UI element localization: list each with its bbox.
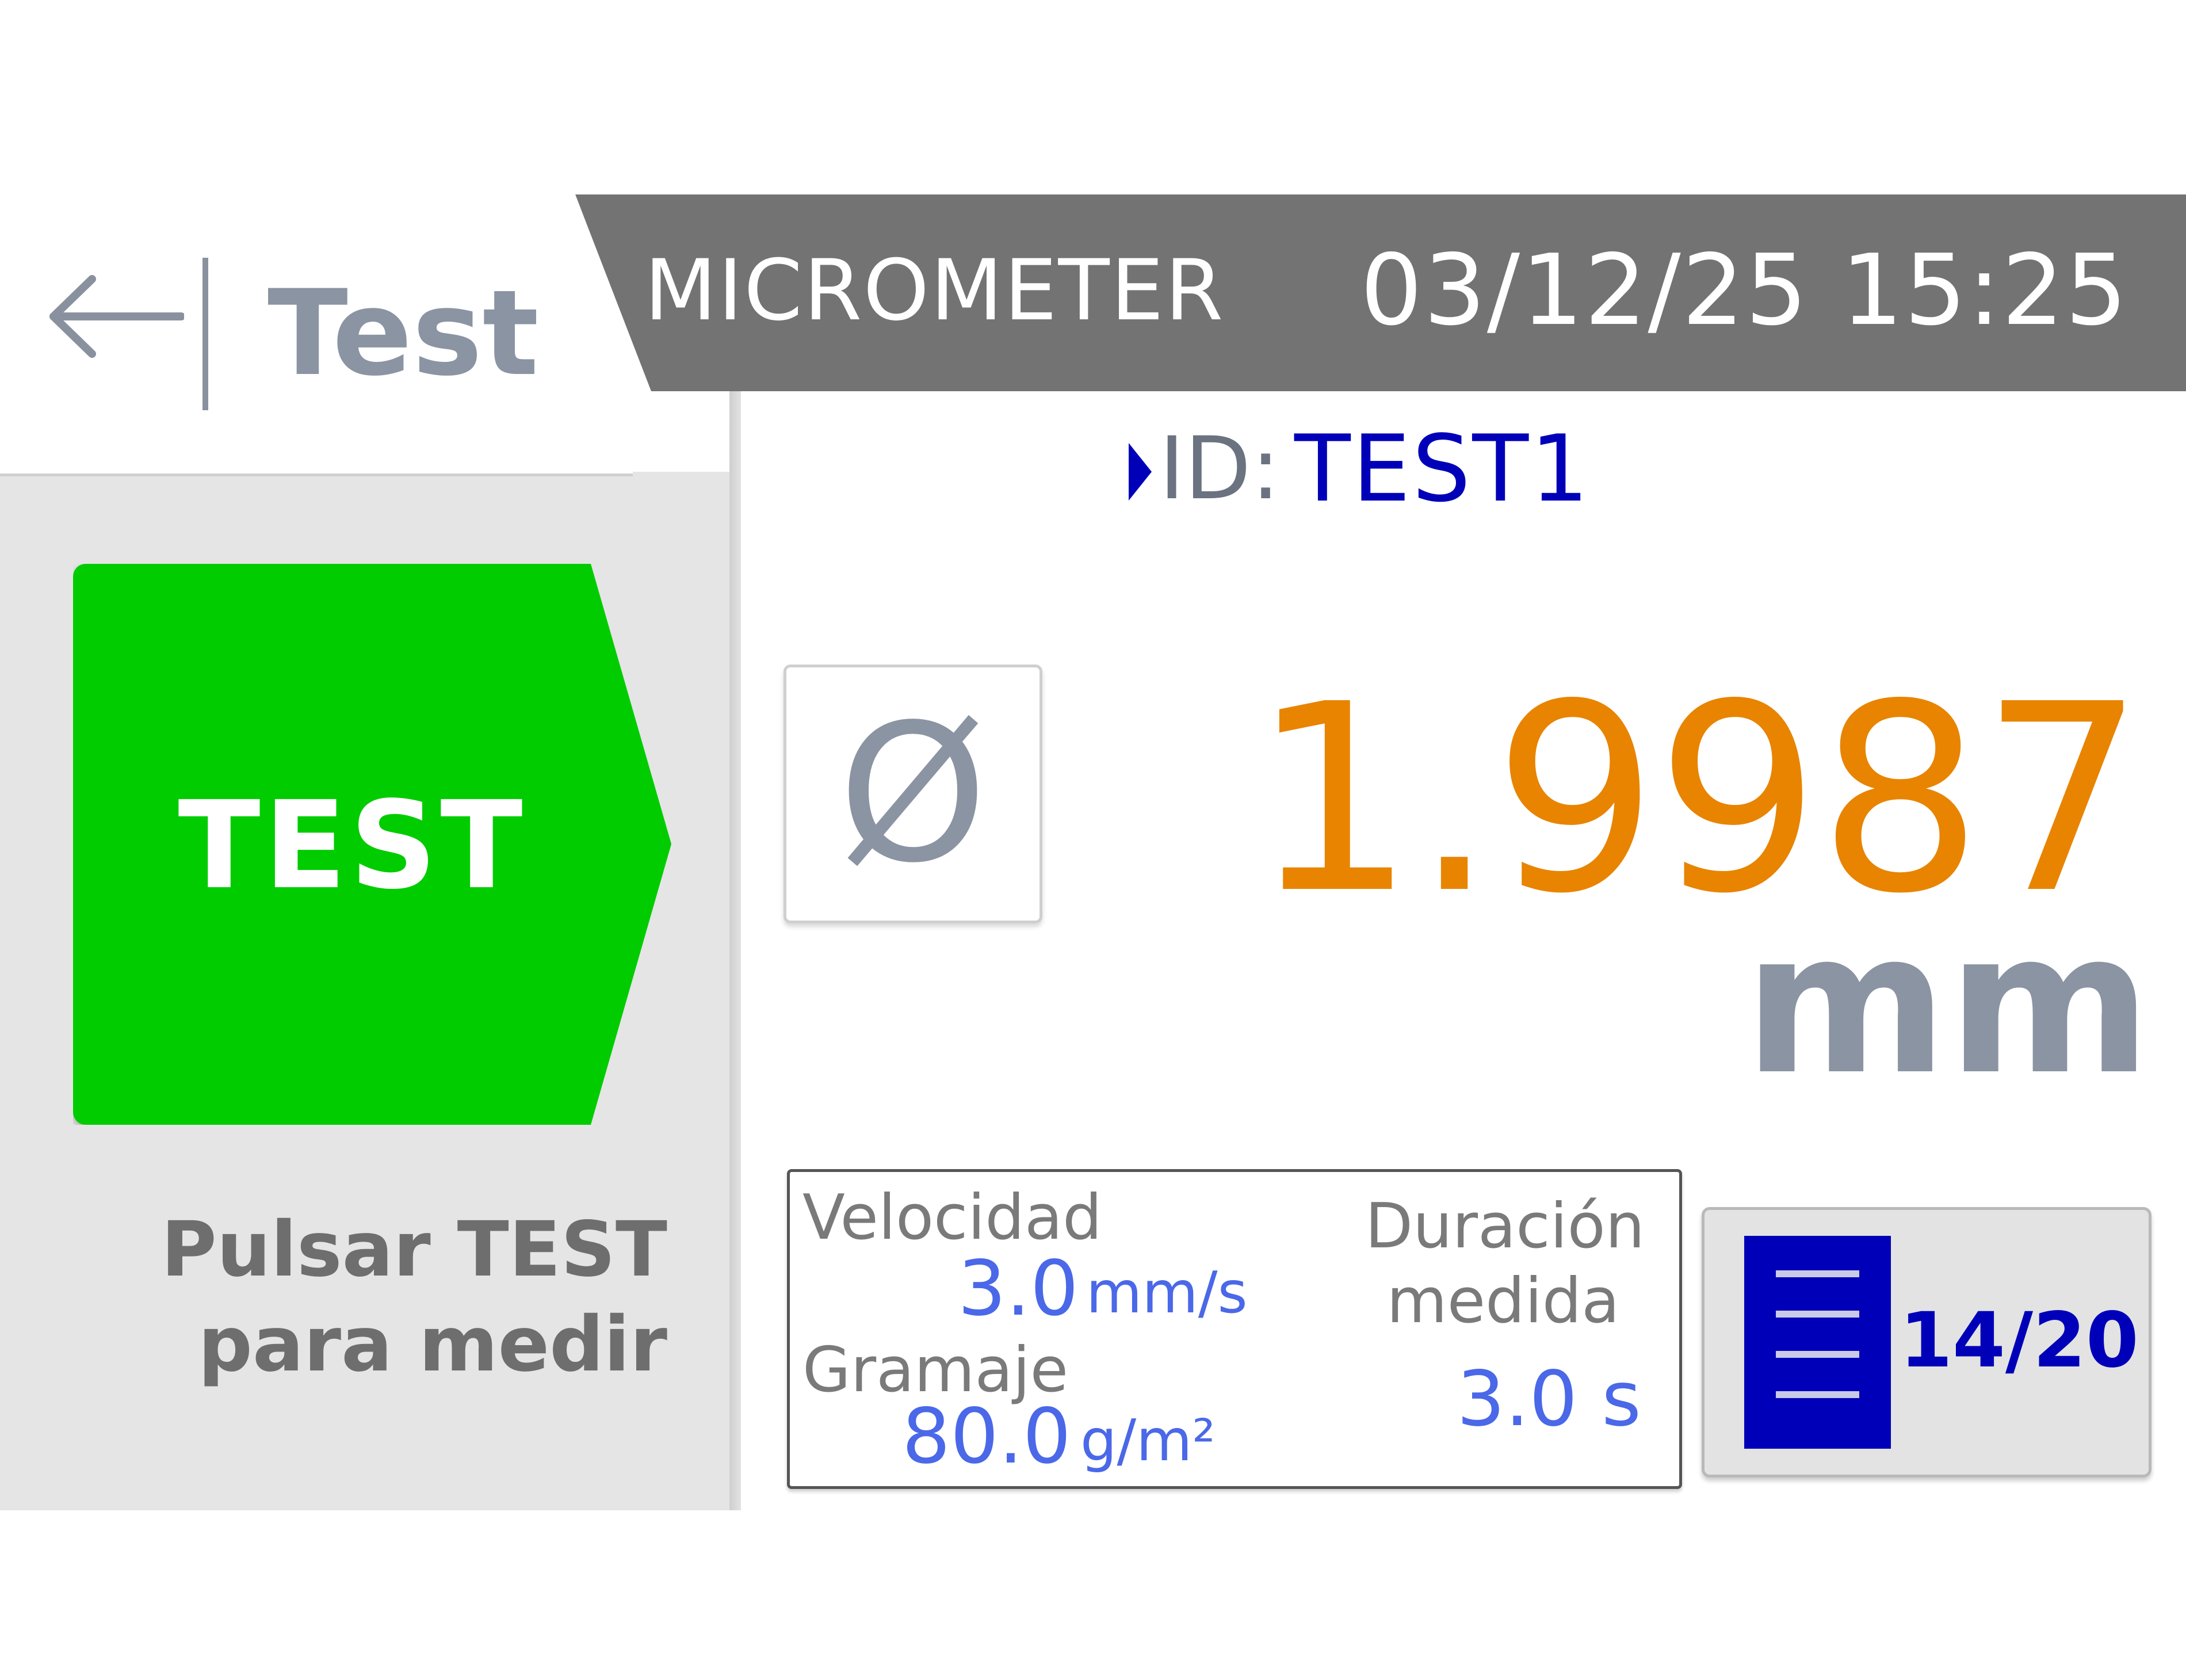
panel-divider xyxy=(729,391,741,1510)
list-icon-line xyxy=(1776,1391,1859,1398)
instruction-text: Pulsar TEST para medir xyxy=(58,1202,667,1392)
results-count[interactable]: 14/20 xyxy=(1898,1289,2140,1392)
duration-label-line-1: Duración xyxy=(1365,1190,1645,1262)
measurement-unit: mm xyxy=(1744,890,2151,1118)
grammage-value: 80.0 xyxy=(902,1392,1071,1481)
id-label: ID: xyxy=(1159,419,1281,519)
test-parameters-panel[interactable]: Velocidad 3.0 mm/s Gramaje 80.0 g/m² Dur… xyxy=(787,1169,1682,1489)
instruction-line-1: Pulsar TEST xyxy=(161,1205,667,1294)
list-icon-line xyxy=(1776,1351,1859,1358)
test-button-label[interactable]: TEST xyxy=(73,771,631,921)
speed-unit: mm/s xyxy=(1086,1259,1248,1326)
id-marker-icon xyxy=(1129,443,1152,501)
datetime-display: 03/12/25 15:25 xyxy=(1360,234,2128,348)
diameter-icon[interactable]: Ø xyxy=(784,665,1042,923)
screen-title: MICROMETER xyxy=(644,242,1225,339)
list-icon[interactable] xyxy=(1744,1236,1891,1449)
duration-label-line-2: medida xyxy=(1386,1265,1620,1337)
back-arrow-icon[interactable] xyxy=(43,270,184,362)
back-label[interactable]: Test xyxy=(267,270,539,397)
id-value[interactable]: TEST1 xyxy=(1294,414,1591,524)
micrometer-screen: MICROMETER 03/12/25 15:25 Test TEST Puls… xyxy=(0,0,2186,1680)
duration-value: 3.0 s xyxy=(1457,1355,1641,1444)
list-icon-line xyxy=(1776,1270,1859,1277)
speed-value: 3.0 xyxy=(958,1244,1079,1333)
back-divider xyxy=(202,258,208,410)
grammage-unit: g/m² xyxy=(1080,1407,1216,1474)
instruction-line-2: para medir xyxy=(198,1300,667,1389)
list-icon-line xyxy=(1776,1311,1859,1318)
